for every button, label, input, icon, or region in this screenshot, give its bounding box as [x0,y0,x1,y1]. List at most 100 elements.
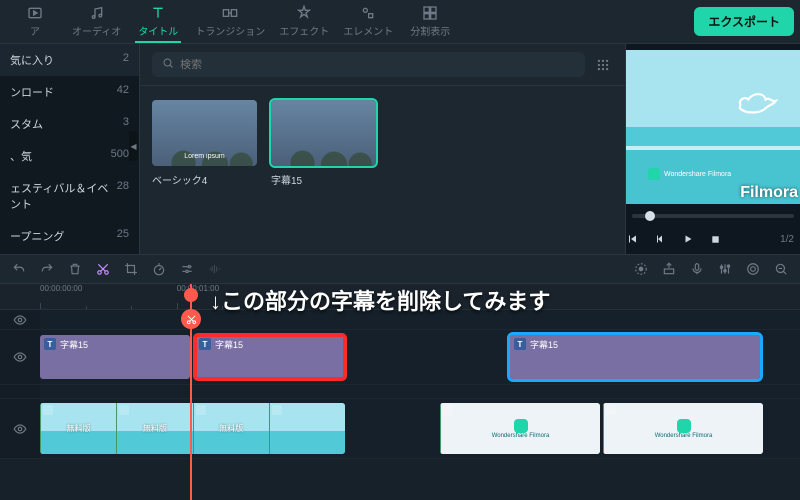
video-clip[interactable]: 無料版 無料版 無料版 [40,403,345,454]
tab-label: ア [30,23,40,38]
title-badge-icon: T [44,338,56,350]
timeline: 00:00:00:00 00:00:01:00 T 字幕15 T 字幕15 [0,284,800,500]
tab-label: エフェクト [279,23,329,38]
track-visibility-toggle[interactable] [0,330,40,384]
preview-viewport[interactable]: Wondershare Filmora Filmora [626,50,800,204]
sidebar-item-count: 3 [123,116,129,132]
progress-scrubber[interactable] [645,211,655,221]
tab-label: エレメント [343,23,393,38]
mixer-button[interactable] [718,262,732,276]
top-tabbar: ア オーディオ タイトル トランジション エフェクト エレメント 分割表示 [0,0,800,44]
preview-watermark: Wondershare Filmora [648,168,731,180]
preview-brand: Filmora [740,184,798,202]
sidebar-item-label: 、気 [10,148,32,164]
video-track: 無料版 無料版 無料版 Wondershare Filmora Wondersh… [0,399,800,459]
media-icon [27,5,43,21]
tab-transition[interactable]: トランジション [189,1,271,42]
adjust-button[interactable] [180,262,194,276]
step-back-button[interactable] [654,233,666,245]
clip-watermark: 無料版 [194,403,269,454]
title-thumb[interactable]: 字幕15 [271,100,376,187]
audio-wave-button[interactable] [208,262,222,276]
timeline-toolbar [0,254,800,284]
category-sidebar: 気に入り 2 ンロード 42 スタム 3 、気 500 ェスティバル＆イベント … [0,44,140,254]
tab-media[interactable]: ア [6,1,64,42]
title-badge-icon: T [514,338,526,350]
cut-button[interactable] [96,262,110,276]
preview-panel: Wondershare Filmora Filmora 1/2 [625,44,800,254]
tab-effect[interactable]: エフェクト [273,1,335,42]
title-track: T 字幕15 T 字幕15 T 字幕15 [0,330,800,385]
undo-button[interactable] [12,262,26,276]
collapse-sidebar-chevron[interactable]: ◀ [129,131,138,161]
tab-label: タイトル [138,23,178,38]
thumb-label: ベーシック4 [152,172,257,187]
track-visibility-toggle[interactable] [0,310,40,329]
clip-brand: Wondershare Filmora [492,433,550,439]
tab-label: トランジション [195,23,265,38]
tab-title[interactable]: タイトル [129,1,187,42]
tab-label: 分割表示 [410,23,450,38]
title-clip[interactable]: T 字幕15 [40,335,190,379]
sidebar-item[interactable]: ンロード 42 [0,76,139,108]
delete-button[interactable] [68,262,82,276]
redo-button[interactable] [40,262,54,276]
marker-button[interactable] [662,262,676,276]
view-grid-button[interactable] [593,55,613,75]
title-clip-highlight-blue[interactable]: T 字幕15 [510,335,760,379]
tab-label: オーディオ [72,23,121,38]
export-button[interactable]: エクスポート [694,7,794,36]
transition-icon [222,5,238,21]
ruler-mark: 00:00:01:00 [177,284,219,293]
preview-controls: 1/2 [626,224,800,254]
sidebar-item-label: ェスティバル＆イベント [10,180,117,212]
play-button[interactable] [682,233,694,245]
title-thumb[interactable]: Lorem ipsum ベーシック4 [152,100,257,187]
element-icon [360,5,376,21]
sidebar-item-count: 500 [111,148,129,164]
render-button[interactable] [634,262,648,276]
clip-label: 字幕15 [530,338,558,351]
clip-label: 字幕15 [60,338,88,351]
stop-button[interactable] [710,234,721,245]
sidebar-item[interactable]: ープニング 25 [0,220,139,252]
sidebar-item-label: 気に入り [10,52,54,68]
voiceover-button[interactable] [690,262,704,276]
title-icon [150,5,166,21]
thumbnail-grid: ◀ Lorem ipsum ベーシック4 字幕15 [140,86,625,201]
timeline-ruler[interactable]: 00:00:00:00 00:00:01:00 [0,284,800,310]
zoom-out-button[interactable] [774,262,788,276]
thumb-caption: Lorem ipsum [158,153,251,160]
video-clip[interactable]: Wondershare Filmora [440,403,600,454]
search-field[interactable] [180,59,575,71]
prev-frame-button[interactable] [626,233,638,245]
sidebar-item[interactable]: 気に入り 2 [0,44,139,76]
sidebar-item[interactable]: 、気 500 [0,140,139,172]
preview-pager: 1/2 [780,234,794,245]
tab-split[interactable]: 分割表示 [401,1,459,42]
sidebar-item-count: 25 [117,228,129,244]
tab-element[interactable]: エレメント [337,1,399,42]
title-clip-highlight-red[interactable]: T 字幕15 [195,335,345,379]
preview-progress[interactable] [626,208,800,224]
sidebar-item[interactable]: スタム 3 [0,108,139,140]
clip-brand: Wondershare Filmora [655,433,713,439]
track-visibility-toggle[interactable] [0,399,40,458]
zoom-circle-button[interactable] [746,262,760,276]
library-panel: ◀ Lorem ipsum ベーシック4 字幕15 [140,44,625,254]
sidebar-item-count: 28 [117,180,129,212]
video-clip[interactable]: Wondershare Filmora [603,403,763,454]
clip-watermark: 無料版 [117,403,192,454]
audio-icon [89,5,105,21]
split-icon [422,5,438,21]
clip-label: 字幕15 [215,338,243,351]
search-input[interactable] [152,52,585,77]
search-row [140,44,625,86]
tab-audio[interactable]: オーディオ [66,1,127,42]
sidebar-item-count: 2 [123,52,129,68]
crop-button[interactable] [124,262,138,276]
sidebar-item-count: 42 [117,84,129,100]
sidebar-item-label: ープニング [10,228,64,244]
speed-button[interactable] [152,262,166,276]
sidebar-item[interactable]: ェスティバル＆イベント 28 [0,172,139,220]
